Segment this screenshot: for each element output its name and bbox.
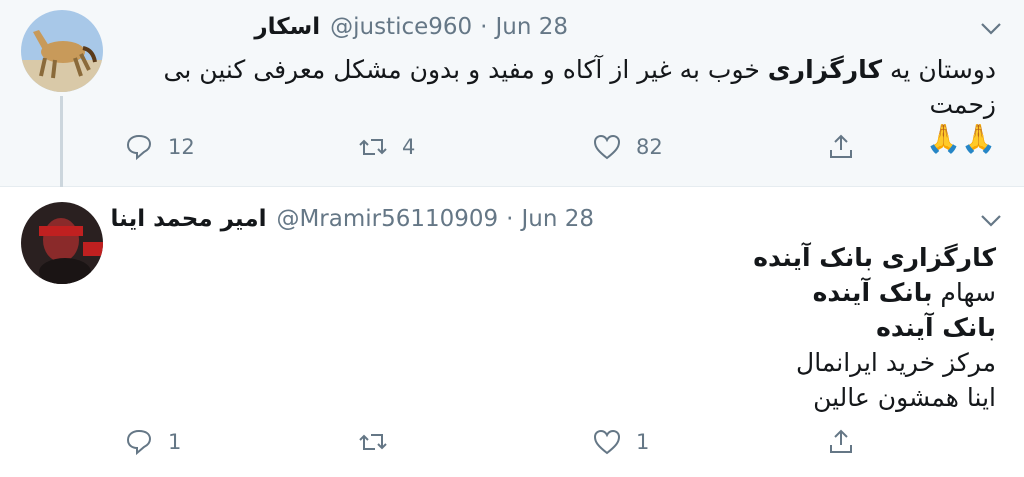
person-avatar-image bbox=[21, 202, 103, 284]
chevron-down-icon[interactable] bbox=[980, 214, 1002, 228]
retweet-button[interactable] bbox=[358, 427, 402, 457]
timestamp[interactable]: Jun 28 bbox=[521, 206, 594, 232]
reply-count: 1 bbox=[168, 430, 182, 454]
tweet-line-4: مرکز خرید ایرانمال bbox=[796, 348, 996, 377]
tweet-header: اسکار @justice960 · Jun 28 bbox=[254, 14, 568, 40]
display-name[interactable]: اسکار bbox=[254, 14, 320, 40]
reply-button[interactable]: 1 bbox=[124, 427, 181, 457]
share-button[interactable] bbox=[826, 427, 870, 457]
share-icon bbox=[830, 429, 852, 453]
avatar[interactable] bbox=[21, 202, 103, 284]
tweet-actions: 12 4 82 bbox=[0, 132, 1024, 172]
like-button[interactable]: 1 bbox=[592, 427, 649, 457]
tweet-line-3: بانک آینده bbox=[876, 313, 996, 342]
tweet-actions: 1 1 bbox=[0, 427, 1024, 467]
tweet-text: کارگزاری بانک آینده سهام بانک آینده بانک… bbox=[396, 240, 996, 415]
tweet-text-before: دوستان یه bbox=[882, 55, 996, 84]
tweet-line-2-prefix: سهام bbox=[932, 278, 996, 307]
reply-count: 12 bbox=[168, 135, 195, 159]
reply-button[interactable]: 12 bbox=[124, 132, 195, 162]
timestamp[interactable]: Jun 28 bbox=[495, 14, 568, 40]
horse-avatar-image bbox=[21, 10, 103, 92]
avatar[interactable] bbox=[21, 10, 103, 92]
separator: · bbox=[506, 206, 514, 232]
like-count: 82 bbox=[636, 135, 663, 159]
chevron-down-icon[interactable] bbox=[980, 22, 1002, 36]
handle[interactable]: @Mramir56110909 bbox=[276, 206, 498, 232]
like-icon bbox=[593, 134, 621, 160]
reply-icon bbox=[126, 134, 152, 161]
separator: · bbox=[480, 14, 488, 40]
tweet-line-5: اینا همشون عالین bbox=[813, 383, 996, 412]
tweet-text-bold[interactable]: کارگزاری bbox=[768, 55, 882, 84]
reply-icon bbox=[126, 429, 152, 456]
handle[interactable]: @justice960 bbox=[330, 14, 472, 40]
parent-tweet[interactable]: اسکار @justice960 · Jun 28 دوستان یه کار… bbox=[0, 0, 1024, 200]
tweet-line-1: کارگزاری بانک آینده bbox=[753, 243, 996, 272]
like-button[interactable]: 82 bbox=[592, 132, 663, 162]
retweet-icon bbox=[359, 139, 387, 155]
tweet-line-2-bold: بانک آینده bbox=[812, 278, 933, 307]
share-button[interactable] bbox=[826, 132, 870, 162]
share-icon bbox=[830, 134, 852, 158]
reply-tweet[interactable]: امیر محمد اینا @Mramir56110909 · Jun 28 … bbox=[0, 187, 1024, 477]
retweet-button[interactable]: 4 bbox=[358, 132, 415, 162]
tweet-header: امیر محمد اینا @Mramir56110909 · Jun 28 bbox=[111, 206, 594, 232]
retweet-count: 4 bbox=[402, 135, 416, 159]
like-count: 1 bbox=[636, 430, 650, 454]
like-icon bbox=[593, 429, 621, 455]
retweet-icon bbox=[359, 434, 387, 450]
display-name[interactable]: امیر محمد اینا bbox=[111, 206, 267, 232]
